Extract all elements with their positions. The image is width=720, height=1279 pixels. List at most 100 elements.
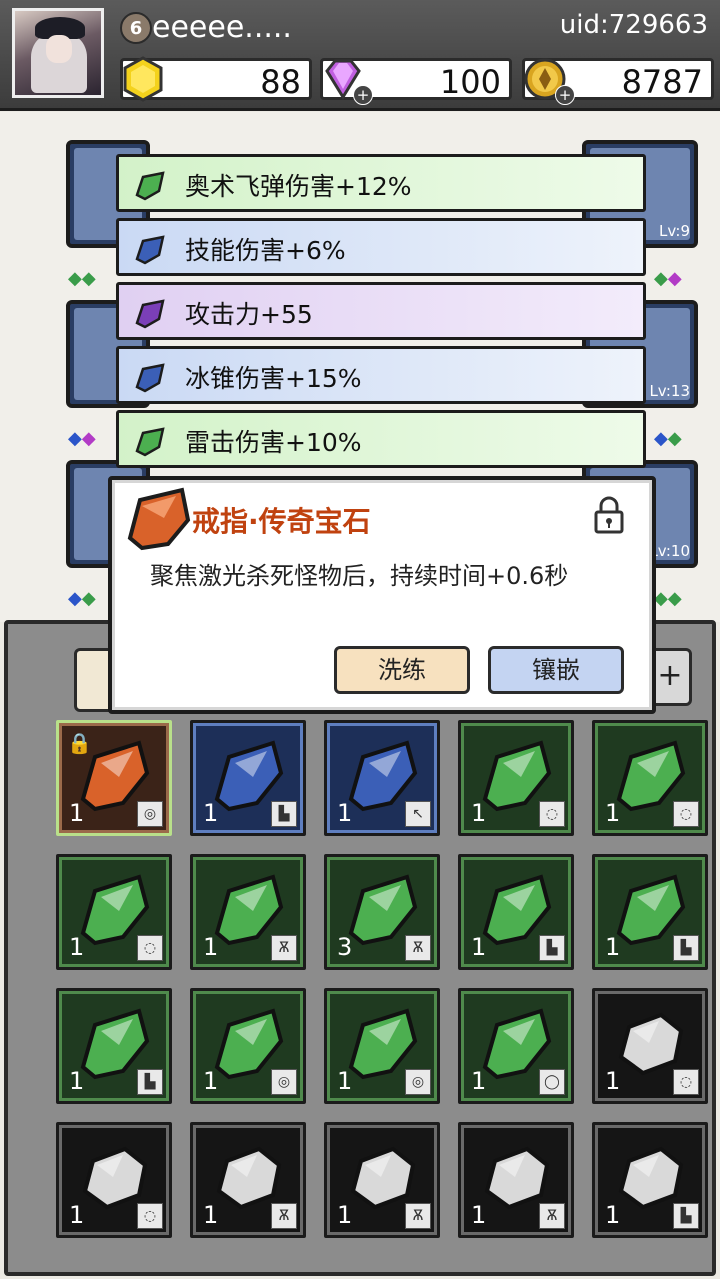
robe-slot-icon: Ѫ <box>405 1203 431 1229</box>
ring-slot-icon: ◎ <box>405 1069 431 1095</box>
equip-level-1: Lv:9 <box>658 222 690 240</box>
stat-text: 冰锥伤害+15% <box>185 364 362 393</box>
inventory-gem-slot[interactable]: 1 ◌ <box>592 720 708 836</box>
gem-detail-popup: 戒指·传奇宝石 聚焦激光杀死怪物后，持续时间+0.6秒 洗练 镶嵌 <box>108 476 656 714</box>
staff-slot-icon: ↖ <box>405 801 431 827</box>
inventory-gem-slot[interactable]: 1Ѫ <box>458 1122 574 1238</box>
inventory-gem-slot[interactable]: 3Ѫ <box>324 854 440 970</box>
ring-slot-icon: ◎ <box>137 801 163 827</box>
add-coin-button[interactable]: + <box>555 85 575 105</box>
gem-count: 1 <box>69 1067 85 1095</box>
gem-socket-dots: ◆◆ <box>654 428 682 449</box>
gem-count: 1 <box>337 1067 353 1095</box>
lock-icon: 🔒 <box>67 731 92 755</box>
boots-slot-icon: ▙ <box>271 801 297 827</box>
inventory-gem-slot[interactable]: 1 ◎ <box>190 988 306 1104</box>
gem-count: 1 <box>605 799 621 827</box>
coin-resource: + 8787 <box>522 58 714 105</box>
stat-line-2: 技能伤害+6% <box>116 218 646 276</box>
diamond-value: 100 <box>439 63 501 101</box>
inventory-gem-slot[interactable]: 1 ◯ <box>458 988 574 1104</box>
inventory-gem-slot[interactable]: 1Ѫ <box>190 1122 306 1238</box>
gold-hexagon-icon <box>123 56 163 102</box>
inventory-gem-slot[interactable]: 1 ◌ <box>56 854 172 970</box>
inventory-gem-slot[interactable]: 1 ◎ <box>324 988 440 1104</box>
gem-count: 1 <box>203 1201 219 1229</box>
gem-count: 1 <box>69 933 85 961</box>
amulet-slot-icon: ◌ <box>539 801 565 827</box>
inventory-gem-slot[interactable]: 1 ◌ <box>458 720 574 836</box>
gem-inventory: + 🔒 1 ◎ 1 ▙ 1 ↖ 1 ◌ 1 ◌ 1 ◌ 1 Ѫ 3 Ѫ 1 ▙ 1 ▙ 1 ▙ 1 ◎ 1 ◎ 1 ◯ 1 ◌ 1 ◌ 1 Ѫ 1 Ѫ 1… <box>4 620 716 1276</box>
gem-socket-dots: ◆◆ <box>68 268 96 289</box>
inventory-gem-slot[interactable]: 1 ▙ <box>190 720 306 836</box>
gem-count: 1 <box>337 799 353 827</box>
top-bar: 6 eeeee..... uid:729663 88 + 100 + 8787 <box>0 0 720 111</box>
necklace-slot-icon: ◯ <box>539 1069 565 1095</box>
stat-text: 雷击伤害+10% <box>185 428 362 457</box>
ring-slot-icon: ◎ <box>271 1069 297 1095</box>
inventory-gem-slot[interactable]: 1 ◌ <box>592 988 708 1104</box>
purple-gem-icon <box>135 299 165 329</box>
robe-slot-icon: Ѫ <box>539 1203 565 1229</box>
inventory-gem-slot[interactable]: 1Ѫ <box>324 1122 440 1238</box>
gem-count: 1 <box>471 933 487 961</box>
stat-text: 奥术飞弹伤害+12% <box>185 172 412 201</box>
amulet-slot-icon: ◌ <box>137 1203 163 1229</box>
robe-slot-icon: Ѫ <box>271 935 297 961</box>
inventory-gem-slot[interactable]: 1 ◌ <box>56 1122 172 1238</box>
gem-count: 1 <box>203 1067 219 1095</box>
orange-gem-icon <box>127 487 191 551</box>
coin-value: 8787 <box>621 63 703 101</box>
gem-count: 1 <box>605 1201 621 1229</box>
player-avatar[interactable] <box>12 8 104 98</box>
robe-slot-icon: Ѫ <box>271 1203 297 1229</box>
gem-count: 1 <box>337 1201 353 1229</box>
gem-count: 1 <box>203 933 219 961</box>
gold-hexagon-resource: 88 <box>120 56 312 102</box>
boots-slot-icon: ▙ <box>673 1203 699 1229</box>
gem-count: 1 <box>605 933 621 961</box>
stat-text: 攻击力+55 <box>185 300 313 329</box>
boots-slot-icon: ▙ <box>539 935 565 961</box>
stat-line-1: 奥术飞弹伤害+12% <box>116 154 646 212</box>
blue-gem-icon <box>135 235 165 265</box>
lock-icon[interactable] <box>592 494 626 536</box>
gem-count: 1 <box>69 799 85 827</box>
refine-button[interactable]: 洗练 <box>334 646 470 694</box>
gem-count: 1 <box>471 799 487 827</box>
gem-count: 1 <box>69 1201 85 1229</box>
gem-count: 1 <box>203 799 219 827</box>
inventory-gem-slot[interactable]: 1 ▙ <box>592 1122 708 1238</box>
stat-line-3: 攻击力+55 <box>116 282 646 340</box>
level-badge: 6 <box>120 12 152 44</box>
inventory-gem-slot[interactable]: 1Ѫ <box>190 854 306 970</box>
gem-count: 3 <box>337 933 353 961</box>
player-uid: uid:729663 <box>559 10 708 40</box>
stat-text: 技能伤害+6% <box>185 236 346 265</box>
equip-level-2: Lv:13 <box>649 382 690 400</box>
gem-count: 1 <box>471 1067 487 1095</box>
green-gem-icon <box>135 171 165 201</box>
inventory-gem-slot[interactable]: 1 ▙ <box>592 854 708 970</box>
robe-slot-icon: Ѫ <box>405 935 431 961</box>
gem-socket-dots: ◆◆ <box>654 268 682 289</box>
gold-hexagon-value: 88 <box>260 63 301 101</box>
gem-count: 1 <box>471 1201 487 1229</box>
boots-slot-icon: ▙ <box>673 935 699 961</box>
diamond-resource: + 100 <box>320 58 512 105</box>
stat-line-4: 冰锥伤害+15% <box>116 346 646 404</box>
inlay-button[interactable]: 镶嵌 <box>488 646 624 694</box>
inventory-gem-slot[interactable]: 1 ▙ <box>458 854 574 970</box>
player-name: eeeee..... <box>152 10 292 45</box>
gem-socket-dots: ◆◆ <box>68 428 96 449</box>
inventory-gem-slot[interactable]: 🔒 1 ◎ <box>56 720 172 836</box>
amulet-slot-icon: ◌ <box>673 801 699 827</box>
boots-slot-icon: ▙ <box>137 1069 163 1095</box>
add-diamond-button[interactable]: + <box>353 85 373 105</box>
blue-gem-icon <box>135 363 165 393</box>
gem-socket-dots: ◆◆ <box>654 588 682 609</box>
inventory-gem-slot[interactable]: 1 ▙ <box>56 988 172 1104</box>
inventory-gem-slot[interactable]: 1 ↖ <box>324 720 440 836</box>
amulet-slot-icon: ◌ <box>137 935 163 961</box>
amulet-slot-icon: ◌ <box>673 1069 699 1095</box>
